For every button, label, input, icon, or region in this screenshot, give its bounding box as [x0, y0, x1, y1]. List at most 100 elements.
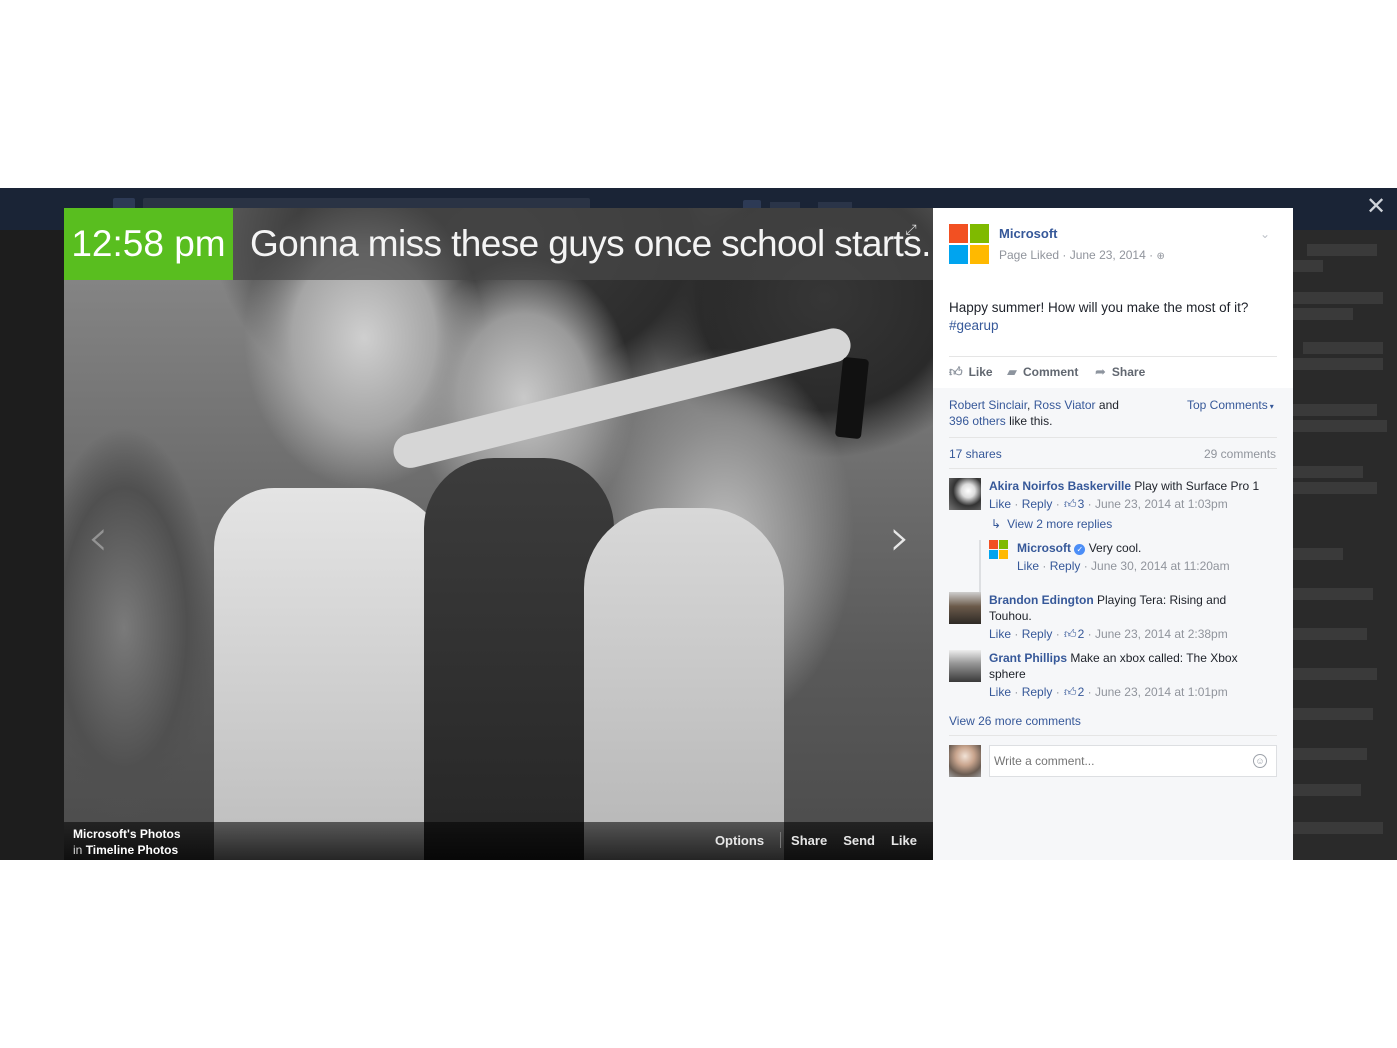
comment-text-continued: Touhou. [989, 609, 1032, 623]
photo-viewer-overlay: ✕ 12:58 pm Gonna miss these guys once sc… [0, 188, 1397, 860]
post-like-button[interactable]: 👍︎ Like [949, 364, 993, 380]
comment-reply-link[interactable]: Reply [1022, 685, 1053, 699]
caret-down-icon: ▾ [1269, 402, 1274, 411]
view-more-comments-link[interactable]: View 26 more comments [949, 713, 1081, 729]
liker-link[interactable]: Robert Sinclair [949, 398, 1027, 412]
likers-others-link[interactable]: 396 others [949, 414, 1006, 428]
likers-separator: , [1027, 398, 1031, 412]
comment-text-continued: sphere [989, 667, 1026, 681]
divider [949, 735, 1277, 736]
thumbs-up-icon: 👍︎ [1064, 497, 1077, 511]
comment-like-link[interactable]: Like [989, 497, 1011, 511]
likers-tail: like this. [1009, 414, 1053, 428]
comment-author-link[interactable]: Akira Noirfos Baskerville [989, 479, 1131, 493]
photo-source-in-label: in [73, 843, 83, 857]
comment-reply-link[interactable]: Reply [1022, 497, 1053, 511]
comments-count: 29 comments [1204, 447, 1277, 461]
post-options-chevron-icon[interactable]: ⌄ [1257, 228, 1273, 240]
comment-bubble-icon: ▰ [1007, 364, 1017, 379]
comment-body: Akira Noirfos Baskerville Play with Surf… [989, 478, 1259, 494]
photo-actions: Options Share Send Like [715, 832, 917, 849]
commenter-avatar[interactable] [949, 478, 981, 510]
reply-reply-link[interactable]: Reply [1050, 559, 1081, 573]
photo-like-button[interactable]: Like [891, 833, 917, 849]
commenter-avatar[interactable] [949, 592, 981, 624]
top-comments-dropdown[interactable]: Top Comments ▾ [1187, 397, 1274, 415]
comment-text: Play with Surface Pro 1 [1134, 479, 1260, 493]
thumbs-up-icon: 👍︎ [1064, 685, 1077, 699]
reply-thread-line [979, 540, 981, 594]
post-side-panel: Microsoft Page Liked · June 23, 2014 · ⊕… [933, 208, 1293, 860]
comment-like-count[interactable]: 3 [1078, 497, 1085, 511]
photo-share-button[interactable]: Share [791, 833, 827, 849]
photo-owner-link[interactable]: Microsoft's Photos [73, 827, 181, 841]
comment-text: Playing Tera: Rising and [1097, 593, 1227, 607]
comment-date: June 23, 2014 at 2:38pm [1094, 627, 1228, 641]
microsoft-page-avatar[interactable] [949, 224, 989, 264]
post-share-button[interactable]: ➦ Share [1095, 364, 1145, 380]
thumbs-up-icon: 👍︎ [949, 364, 963, 379]
photo-subject-girl [214, 488, 454, 860]
post-comment-button[interactable]: ▰ Comment [1007, 364, 1078, 380]
fullscreen-expand-icon[interactable]: ⤢ [903, 221, 919, 237]
reply-body: Microsoft ✓ Very cool. [1017, 540, 1141, 556]
comment-body: Grant Phillips Make an xbox called: The … [989, 650, 1238, 666]
photo-album-link[interactable]: Timeline Photos [86, 843, 178, 857]
commenter-avatar[interactable] [949, 650, 981, 682]
verified-badge-icon: ✓ [1074, 544, 1086, 555]
comment-author-link[interactable]: Brandon Edington [989, 593, 1094, 607]
comment-meta: Like · Reply · 👍︎3 · June 23, 2014 at 1:… [989, 497, 1228, 511]
thumbs-up-icon: 👍︎ [1064, 627, 1077, 641]
reply-arrow-icon: ↳ [991, 517, 1002, 531]
reply-like-link[interactable]: Like [1017, 559, 1039, 573]
top-comments-label: Top Comments [1187, 398, 1268, 412]
globe-icon: ⊕ [1156, 251, 1165, 262]
reply-text: Very cool. [1088, 541, 1142, 555]
comment-like-link[interactable]: Like [989, 627, 1011, 641]
comment-meta: Like · Reply · 👍︎2 · June 23, 2014 at 2:… [989, 627, 1228, 641]
comment-like-count[interactable]: 2 [1078, 627, 1085, 641]
comment-date: June 23, 2014 at 1:03pm [1094, 497, 1228, 511]
hashtag-link[interactable]: #gearup [949, 317, 999, 335]
photo-subject-phone [834, 356, 870, 440]
composer-background [933, 786, 1293, 860]
previous-photo-chevron-icon[interactable]: ‹ [80, 512, 116, 564]
post-meta-text: Page Liked · June 23, 2014 · [999, 248, 1154, 262]
reply-date: June 30, 2014 at 11:20am [1091, 559, 1230, 573]
post-like-label: Like [968, 365, 993, 379]
comment-like-count[interactable]: 2 [1078, 685, 1085, 699]
comment-author-link[interactable]: Grant Phillips [989, 651, 1067, 665]
background-ticker-sidebar [1293, 230, 1397, 860]
likers-summary: Robert Sinclair, Ross Viator and [949, 397, 1119, 413]
photo-send-button[interactable]: Send [843, 833, 875, 849]
post-text: Happy summer! How will you make the most… [949, 300, 1249, 315]
divider [949, 468, 1277, 469]
photo-options-button[interactable]: Options [715, 833, 764, 849]
likers-summary-line2: 396 others like this. [949, 413, 1052, 429]
liker-link[interactable]: Ross Viator [1034, 398, 1096, 412]
emoji-smiley-icon[interactable]: ☺ [1253, 754, 1267, 768]
reply-author-link[interactable]: Microsoft [1017, 541, 1071, 555]
reply-meta: Like · Reply · June 30, 2014 at 11:20am [1017, 559, 1230, 573]
comment-reply-link[interactable]: Reply [1022, 627, 1053, 641]
photo-actions-divider [780, 832, 782, 848]
write-comment-input[interactable] [989, 745, 1277, 777]
close-viewer-button[interactable]: ✕ [1365, 194, 1387, 220]
post-meta: Page Liked · June 23, 2014 · ⊕ [999, 247, 1165, 265]
likers-and: and [1098, 398, 1119, 412]
comment-meta: Like · Reply · 👍︎2 · June 23, 2014 at 1:… [989, 685, 1228, 699]
next-photo-chevron-icon[interactable]: › [882, 512, 918, 564]
post-share-label: Share [1111, 365, 1146, 379]
page-name-link[interactable]: Microsoft [999, 226, 1058, 242]
microsoft-reply-avatar[interactable] [989, 540, 1009, 560]
comment-body: Brandon Edington Playing Tera: Rising an… [989, 592, 1226, 608]
comment-like-link[interactable]: Like [989, 685, 1011, 699]
main-photo: 12:58 pm Gonna miss these guys once scho… [64, 208, 933, 860]
divider [949, 356, 1277, 357]
photo-subject-boy-right [584, 508, 784, 860]
caption-text: Gonna miss these guys once school starts… [250, 223, 931, 264]
view-more-replies-link[interactable]: ↳ View 2 more replies [991, 516, 1112, 532]
caption-time: 12:58 pm [64, 208, 233, 280]
shares-count-link[interactable]: 17 shares [949, 446, 1002, 462]
post-comment-label: Comment [1023, 365, 1079, 379]
